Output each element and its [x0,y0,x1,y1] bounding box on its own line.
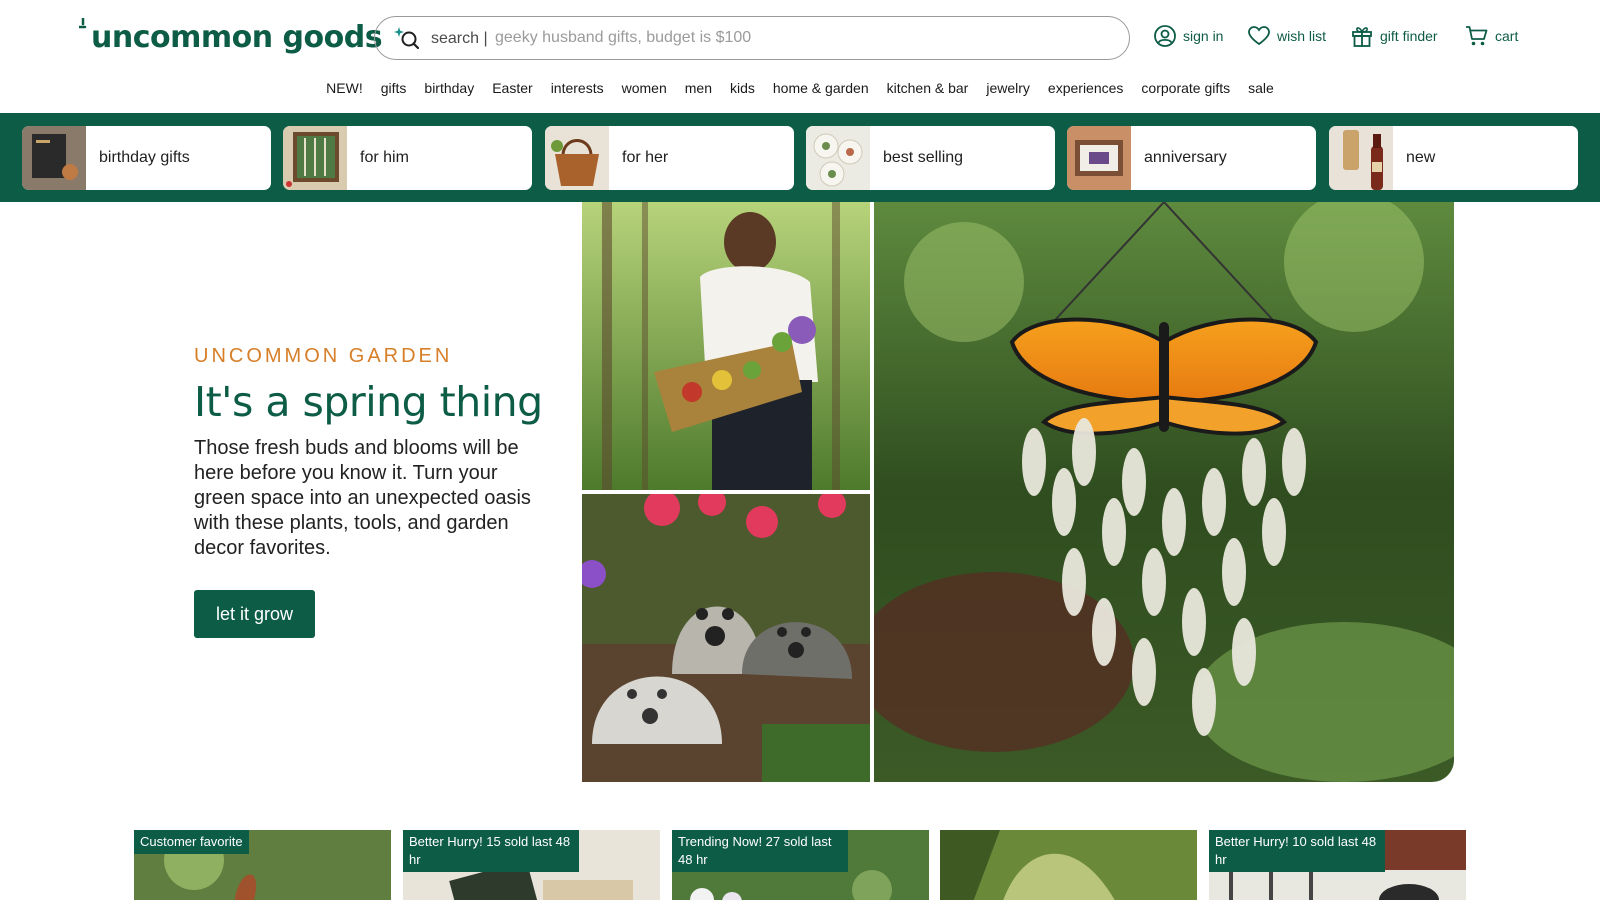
for-her-thumbnail [545,126,609,190]
nav-item-home-garden[interactable]: home & garden [764,76,878,100]
hero-copy: UNCOMMON GARDEN It's a spring thing Thos… [194,345,544,561]
product-card[interactable]: Better Hurry! 10 sold last 48 hr [1209,830,1466,900]
gift-finder-link[interactable]: gift finder [1350,22,1438,50]
product-card[interactable]: Better Hurry! 15 sold last 48 hr [403,830,660,900]
category-chip-for-him[interactable]: for him [283,126,532,190]
ai-search-icon [394,27,420,50]
wish-list-link[interactable]: wish list [1247,22,1326,50]
sign-in-label: sign in [1183,28,1224,44]
product-badge: Customer favorite [134,830,249,854]
brand-name: uncommon goods [91,20,383,55]
nav-item-corporate-gifts[interactable]: corporate gifts [1132,76,1239,100]
sign-in-link[interactable]: sign in [1153,22,1223,50]
nav-item-women[interactable]: women [613,76,676,100]
hero-photo-garden-basket[interactable] [582,202,870,490]
category-label: for him [360,149,409,166]
wish-list-label: wish list [1277,28,1327,44]
nav-item-birthday[interactable]: birthday [415,76,483,100]
nav-item-jewelry[interactable]: jewelry [977,76,1039,100]
nav-item-kitchen-bar[interactable]: kitchen & bar [878,76,978,100]
nav-item-experiences[interactable]: experiences [1039,76,1133,100]
category-label: new [1406,149,1436,166]
cart-link[interactable]: cart [1465,22,1518,50]
product-badge: Better Hurry! 15 sold last 48 hr [403,830,579,872]
category-chip-new[interactable]: new [1329,126,1578,190]
nav-item-men[interactable]: men [676,76,721,100]
hero-body: Those fresh buds and blooms will be here… [194,437,531,559]
nav-item-easter[interactable]: Easter [483,76,541,100]
garden-basket-image [582,202,870,490]
category-label: for her [622,149,669,166]
hero-photo-garden-rocks[interactable] [582,494,870,782]
new-thumbnail [1329,126,1393,190]
hero-eyebrow: UNCOMMON GARDEN [194,345,453,367]
product-card[interactable]: Trending Now! 27 sold last 48 hr [672,830,929,900]
for-him-thumbnail [283,126,347,190]
product-badge: Better Hurry! 10 sold last 48 hr [1209,830,1385,872]
category-chip-best-selling[interactable]: best selling [806,126,1055,190]
gift-finder-label: gift finder [1380,28,1438,44]
user-circle-icon [1154,25,1176,47]
best-selling-thumbnail [806,126,870,190]
nav-item-kids[interactable]: kids [721,76,764,100]
site-header: uncommon goods search | sign in wish lis… [0,0,1600,113]
product-badge: Trending Now! 27 sold last 48 hr [672,830,848,872]
category-label: best selling [883,149,964,166]
search-bar[interactable]: search | [374,16,1130,60]
category-label: anniversary [1144,149,1227,166]
gift-icon [1352,27,1372,47]
nav-item-gifts[interactable]: gifts [372,76,416,100]
logo-spark-icon [79,18,87,29]
anniversary-thumbnail [1067,126,1131,190]
let-it-grow-button[interactable]: let it grow [194,590,315,638]
search-label: search | [431,30,488,47]
nav-item-new[interactable]: NEW! [317,76,372,100]
cart-label: cart [1495,28,1519,44]
category-chip-birthday-gifts[interactable]: birthday gifts [22,126,271,190]
heart-icon [1248,26,1270,46]
hero-title: It's a spring thing [194,378,543,426]
nav-item-sale[interactable]: sale [1239,76,1283,100]
product-card[interactable] [940,830,1197,900]
cart-icon [1466,26,1488,46]
garden-rocks-image [582,494,870,782]
product-card[interactable]: Customer favorite [134,830,391,900]
category-strip: birthday gifts for him for her best sell… [0,113,1600,202]
category-chip-for-her[interactable]: for her [545,126,794,190]
product-image [940,830,1197,900]
category-chip-anniversary[interactable]: anniversary [1067,126,1316,190]
butterfly-wind-chime-image [874,202,1454,782]
nav-item-interests[interactable]: interests [542,76,613,100]
search-input[interactable] [495,25,1095,51]
brand-logo[interactable]: uncommon goods [79,16,383,58]
main-nav: NEW! gifts birthday Easter interests wom… [0,76,1600,100]
birthday-gifts-thumbnail [22,126,86,190]
hero-photo-butterfly-chime[interactable] [874,202,1454,782]
category-label: birthday gifts [99,149,190,166]
